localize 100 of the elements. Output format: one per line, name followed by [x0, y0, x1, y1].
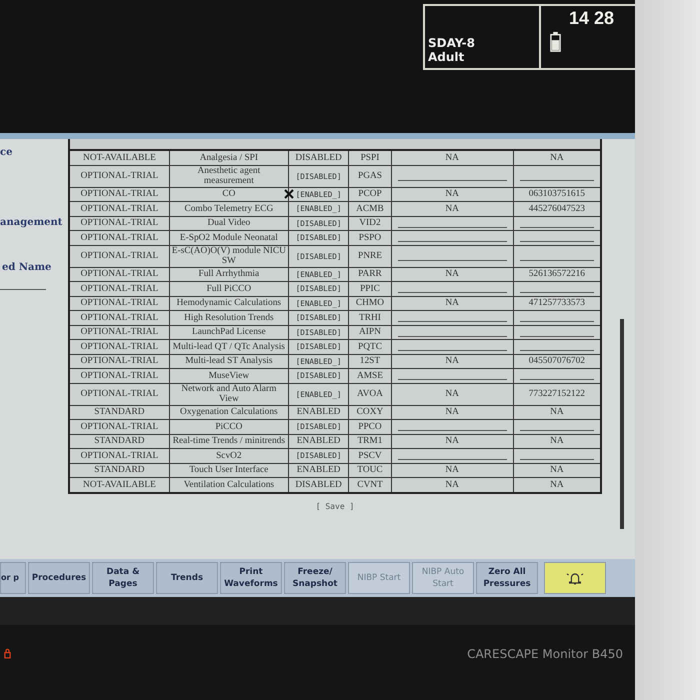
table-cell: STANDARD: [69, 434, 170, 448]
fill-in-line[interactable]: [398, 321, 507, 322]
table-cell: 471257733573: [528, 298, 585, 308]
table-cell: NA: [550, 465, 564, 475]
fill-in-line[interactable]: [520, 241, 594, 242]
table-cell: NA: [445, 269, 459, 279]
table-cell: STANDARD: [69, 405, 170, 420]
table-cell: Dual Video: [169, 216, 288, 230]
fill-in-line[interactable]: [520, 336, 594, 337]
table-cell: OPTIONAL-TRIAL: [69, 340, 170, 354]
table-cell: NOT-AVAILABLE: [69, 150, 170, 165]
table-cell: VID2: [348, 216, 392, 230]
fill-in-line[interactable]: [398, 226, 507, 228]
table-cell: OPTIONAL-TRIAL: [69, 187, 170, 202]
status-cell: ENABLED: [288, 405, 349, 420]
table-cell: OPTIONAL-TRIAL: [69, 230, 170, 245]
table-cell: Full PiCCO: [169, 282, 288, 296]
fill-in-line[interactable]: [398, 241, 507, 242]
table-cell: Full Arrhythmia: [169, 267, 288, 282]
save-link[interactable]: [ Save ]: [316, 502, 354, 510]
table-cell: PSPI: [348, 150, 392, 165]
status-cell: ENABLED: [288, 463, 349, 478]
fill-in-line[interactable]: [520, 430, 594, 432]
menu-button[interactable]: Print Waveforms: [220, 562, 282, 594]
table-cell: TOUC: [348, 463, 392, 478]
table-cell: Combo Telemetry ECG: [169, 202, 288, 216]
table-cell: CHMO: [348, 296, 392, 310]
clock-time: 14 28: [569, 8, 614, 29]
table-cell: High Resolution Trends: [169, 310, 288, 325]
fill-in-line[interactable]: [520, 292, 594, 294]
fill-in-line[interactable]: [398, 292, 507, 294]
table-cell: STANDARD: [69, 463, 170, 478]
table-cell: OPTIONAL-TRIAL: [69, 245, 170, 267]
table-cell: NA: [445, 152, 459, 162]
fill-in-line[interactable]: [520, 226, 594, 228]
table-cell: PARR: [348, 267, 392, 282]
table-cell: LaunchPad License: [169, 325, 288, 340]
table-cell: TRM1: [348, 434, 392, 448]
scrollbar-thumb[interactable]: [620, 319, 624, 529]
fill-in-line[interactable]: [398, 459, 507, 460]
table-cell: OPTIONAL-TRIAL: [69, 165, 170, 187]
status-cell: ENABLED: [288, 434, 349, 448]
table-cell: PSPO: [348, 230, 392, 245]
table-cell: PSCV: [348, 448, 392, 463]
battery-icon: [550, 31, 561, 53]
table-cell: NA: [445, 407, 459, 417]
table-cell: 445276047523: [528, 204, 585, 214]
alarm-button[interactable]: [544, 562, 606, 594]
table-cell: PPIC: [348, 282, 392, 296]
table-cell: OPTIONAL-TRIAL: [69, 282, 170, 296]
table-cell: OPTIONAL-TRIAL: [69, 325, 170, 340]
table-cell: AMSE: [348, 368, 392, 383]
menu-button[interactable]: or p: [0, 562, 26, 594]
table-cell: OPTIONAL-TRIAL: [69, 448, 170, 463]
table-cell: E-SpO2 Module Neonatal: [169, 230, 288, 245]
table-cell: NA: [445, 298, 459, 308]
menu-button[interactable]: Data & Pages: [92, 562, 154, 594]
bed-label: SDAY-8: [428, 36, 476, 50]
fill-in-line[interactable]: [520, 350, 594, 352]
table-cell: NA: [445, 356, 459, 366]
table-cell: PGAS: [348, 165, 392, 187]
table-cell: Oxygenation Calculations: [169, 405, 288, 420]
table-cell: PiCCO: [169, 420, 288, 434]
fill-in-line[interactable]: [520, 379, 594, 380]
table-cell: PQTC: [348, 340, 392, 354]
table-cell: 063103751615: [528, 189, 585, 199]
fill-in-line[interactable]: [398, 379, 507, 380]
table-cell: NA: [550, 480, 564, 490]
fill-in-line[interactable]: [398, 336, 507, 337]
table-cell: OPTIONAL-TRIAL: [69, 383, 170, 405]
table-cell: Network and Auto Alarm View: [169, 383, 288, 405]
menu-button[interactable]: Zero All Pressures: [476, 562, 538, 594]
table-cell: TRHI: [348, 310, 392, 325]
table-cell: OPTIONAL-TRIAL: [69, 202, 170, 216]
fill-in-line[interactable]: [398, 430, 507, 432]
table-cell: 773227152122: [528, 388, 585, 399]
table-cell: NA: [445, 436, 459, 446]
table-cell: 526136572216: [528, 269, 585, 279]
table-cell: OPTIONAL-TRIAL: [69, 354, 170, 368]
menu-button[interactable]: Freeze/ Snapshot: [284, 562, 346, 594]
table-cell: Analgesia / SPI: [169, 150, 288, 165]
fill-in-line[interactable]: [520, 459, 594, 460]
table-cell: Anesthetic agent measurement: [169, 165, 288, 187]
table-cell: Multi-lead ST Analysis: [169, 354, 288, 368]
table-cell: PCOP: [348, 187, 392, 202]
table-cell: AIPN: [348, 325, 392, 340]
table-cell: Multi-lead QT / QTc Analysis: [169, 340, 288, 354]
fill-in-line[interactable]: [398, 350, 507, 352]
fill-in-line[interactable]: [520, 321, 594, 322]
table-cell: CO: [169, 187, 288, 202]
table-cell: OPTIONAL-TRIAL: [69, 296, 170, 310]
table-cell: OPTIONAL-TRIAL: [69, 267, 170, 282]
table-cell: COXY: [348, 405, 392, 420]
menu-button[interactable]: Trends: [156, 562, 218, 594]
table-cell: OPTIONAL-TRIAL: [69, 216, 170, 230]
field-label: ce: [0, 147, 12, 158]
table-cell: OPTIONAL-TRIAL: [69, 310, 170, 325]
menu-button[interactable]: Procedures: [28, 562, 90, 594]
table-cell: NA: [550, 407, 564, 417]
table-cell: ACMB: [348, 202, 392, 216]
